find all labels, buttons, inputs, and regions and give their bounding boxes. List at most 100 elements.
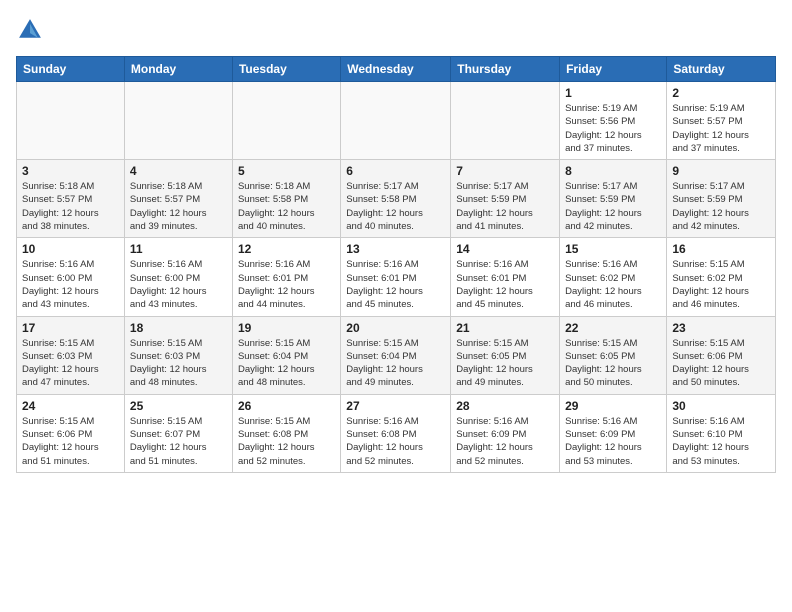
day-info: Sunrise: 5:16 AMSunset: 6:01 PMDaylight:…	[346, 258, 445, 311]
day-info: Sunrise: 5:15 AMSunset: 6:08 PMDaylight:…	[238, 415, 335, 468]
day-number: 29	[565, 399, 661, 413]
logo-icon	[16, 16, 44, 44]
day-info: Sunrise: 5:15 AMSunset: 6:07 PMDaylight:…	[130, 415, 227, 468]
day-cell: 23Sunrise: 5:15 AMSunset: 6:06 PMDayligh…	[667, 316, 776, 394]
day-cell: 9 Sunrise: 5:17 AMSunset: 5:59 PMDaylight…	[667, 160, 776, 238]
day-info: Sunrise: 5:16 AMSunset: 6:09 PMDaylight:…	[456, 415, 554, 468]
day-cell: 28 Sunrise: 5:16 AMSunset: 6:09 PMDayligh…	[451, 394, 560, 472]
day-cell: 15 Sunrise: 5:16 AMSunset: 6:02 PMDayligh…	[560, 238, 667, 316]
day-info: Sunrise: 5:15 AMSunset: 6:02 PMDaylight:…	[672, 258, 770, 311]
calendar-table: SundayMondayTuesdayWednesdayThursdayFrid…	[16, 56, 776, 473]
day-number: 25	[130, 399, 227, 413]
day-info: Sunrise: 5:15 AMSunset: 6:04 PMDaylight:…	[238, 337, 335, 390]
day-number: 30	[672, 399, 770, 413]
day-info: Sunrise: 5:16 AMSunset: 6:01 PMDaylight:…	[456, 258, 554, 311]
day-number: 12	[238, 242, 335, 256]
weekday-friday: Friday	[560, 57, 667, 82]
weekday-saturday: Saturday	[667, 57, 776, 82]
day-info: Sunrise: 5:15 AMSunset: 6:05 PMDaylight:…	[565, 337, 661, 390]
day-info: Sunrise: 5:17 AMSunset: 5:59 PMDaylight:…	[456, 180, 554, 233]
day-info: Sunrise: 5:17 AMSunset: 5:58 PMDaylight:…	[346, 180, 445, 233]
day-cell: 14 Sunrise: 5:16 AMSunset: 6:01 PMDayligh…	[451, 238, 560, 316]
day-number: 20	[346, 321, 445, 335]
day-info: Sunrise: 5:16 AMSunset: 6:09 PMDaylight:…	[565, 415, 661, 468]
calendar-page: SundayMondayTuesdayWednesdayThursdayFrid…	[0, 0, 792, 485]
day-info: Sunrise: 5:18 AMSunset: 5:57 PMDaylight:…	[22, 180, 119, 233]
day-cell: 30Sunrise: 5:16 AMSunset: 6:10 PMDayligh…	[667, 394, 776, 472]
weekday-thursday: Thursday	[451, 57, 560, 82]
day-info: Sunrise: 5:15 AMSunset: 6:06 PMDaylight:…	[672, 337, 770, 390]
day-cell	[232, 82, 340, 160]
day-info: Sunrise: 5:15 AMSunset: 6:04 PMDaylight:…	[346, 337, 445, 390]
day-cell: 4Sunrise: 5:18 AMSunset: 5:57 PMDaylight…	[124, 160, 232, 238]
day-cell: 13 Sunrise: 5:16 AMSunset: 6:01 PMDayligh…	[341, 238, 451, 316]
day-number: 8	[565, 164, 661, 178]
day-info: Sunrise: 5:16 AMSunset: 6:02 PMDaylight:…	[565, 258, 661, 311]
day-info: Sunrise: 5:15 AMSunset: 6:06 PMDaylight:…	[22, 415, 119, 468]
day-cell: 7 Sunrise: 5:17 AMSunset: 5:59 PMDaylight…	[451, 160, 560, 238]
week-row-4: 17 Sunrise: 5:15 AMSunset: 6:03 PMDayligh…	[17, 316, 776, 394]
week-row-5: 24 Sunrise: 5:15 AMSunset: 6:06 PMDayligh…	[17, 394, 776, 472]
day-number: 15	[565, 242, 661, 256]
day-info: Sunrise: 5:17 AMSunset: 5:59 PMDaylight:…	[672, 180, 770, 233]
day-number: 7	[456, 164, 554, 178]
day-number: 27	[346, 399, 445, 413]
day-info: Sunrise: 5:16 AMSunset: 6:01 PMDaylight:…	[238, 258, 335, 311]
day-cell: 5 Sunrise: 5:18 AMSunset: 5:58 PMDaylight…	[232, 160, 340, 238]
week-row-2: 3Sunrise: 5:18 AMSunset: 5:57 PMDaylight…	[17, 160, 776, 238]
day-cell: 1 Sunrise: 5:19 AMSunset: 5:56 PMDaylight…	[560, 82, 667, 160]
day-info: Sunrise: 5:16 AMSunset: 6:00 PMDaylight:…	[130, 258, 227, 311]
weekday-sunday: Sunday	[17, 57, 125, 82]
day-number: 17	[22, 321, 119, 335]
day-number: 19	[238, 321, 335, 335]
day-number: 1	[565, 86, 661, 100]
day-cell: 24 Sunrise: 5:15 AMSunset: 6:06 PMDayligh…	[17, 394, 125, 472]
day-info: Sunrise: 5:19 AMSunset: 5:57 PMDaylight:…	[672, 102, 770, 155]
day-number: 16	[672, 242, 770, 256]
day-cell	[451, 82, 560, 160]
day-number: 18	[130, 321, 227, 335]
day-number: 22	[565, 321, 661, 335]
day-cell	[341, 82, 451, 160]
day-cell: 27 Sunrise: 5:16 AMSunset: 6:08 PMDayligh…	[341, 394, 451, 472]
day-cell: 22 Sunrise: 5:15 AMSunset: 6:05 PMDayligh…	[560, 316, 667, 394]
weekday-header-row: SundayMondayTuesdayWednesdayThursdayFrid…	[17, 57, 776, 82]
week-row-1: 1 Sunrise: 5:19 AMSunset: 5:56 PMDaylight…	[17, 82, 776, 160]
day-info: Sunrise: 5:17 AMSunset: 5:59 PMDaylight:…	[565, 180, 661, 233]
day-number: 24	[22, 399, 119, 413]
weekday-monday: Monday	[124, 57, 232, 82]
day-number: 26	[238, 399, 335, 413]
header	[16, 16, 776, 44]
day-cell: 21Sunrise: 5:15 AMSunset: 6:05 PMDayligh…	[451, 316, 560, 394]
day-cell: 2 Sunrise: 5:19 AMSunset: 5:57 PMDaylight…	[667, 82, 776, 160]
day-info: Sunrise: 5:16 AMSunset: 6:08 PMDaylight:…	[346, 415, 445, 468]
day-cell: 11 Sunrise: 5:16 AMSunset: 6:00 PMDayligh…	[124, 238, 232, 316]
day-cell: 16 Sunrise: 5:15 AMSunset: 6:02 PMDayligh…	[667, 238, 776, 316]
day-number: 2	[672, 86, 770, 100]
day-cell: 25 Sunrise: 5:15 AMSunset: 6:07 PMDayligh…	[124, 394, 232, 472]
day-number: 5	[238, 164, 335, 178]
day-number: 13	[346, 242, 445, 256]
logo	[16, 16, 48, 44]
day-info: Sunrise: 5:19 AMSunset: 5:56 PMDaylight:…	[565, 102, 661, 155]
day-cell: 12 Sunrise: 5:16 AMSunset: 6:01 PMDayligh…	[232, 238, 340, 316]
day-cell: 18 Sunrise: 5:15 AMSunset: 6:03 PMDayligh…	[124, 316, 232, 394]
day-number: 9	[672, 164, 770, 178]
day-info: Sunrise: 5:18 AMSunset: 5:58 PMDaylight:…	[238, 180, 335, 233]
day-cell: 6Sunrise: 5:17 AMSunset: 5:58 PMDaylight…	[341, 160, 451, 238]
day-number: 14	[456, 242, 554, 256]
day-cell: 20 Sunrise: 5:15 AMSunset: 6:04 PMDayligh…	[341, 316, 451, 394]
day-cell: 19 Sunrise: 5:15 AMSunset: 6:04 PMDayligh…	[232, 316, 340, 394]
day-cell: 8 Sunrise: 5:17 AMSunset: 5:59 PMDaylight…	[560, 160, 667, 238]
day-number: 28	[456, 399, 554, 413]
week-row-3: 10Sunrise: 5:16 AMSunset: 6:00 PMDayligh…	[17, 238, 776, 316]
day-cell	[124, 82, 232, 160]
day-number: 21	[456, 321, 554, 335]
day-cell: 29 Sunrise: 5:16 AMSunset: 6:09 PMDayligh…	[560, 394, 667, 472]
day-info: Sunrise: 5:15 AMSunset: 6:03 PMDaylight:…	[22, 337, 119, 390]
day-number: 11	[130, 242, 227, 256]
weekday-tuesday: Tuesday	[232, 57, 340, 82]
day-info: Sunrise: 5:18 AMSunset: 5:57 PMDaylight:…	[130, 180, 227, 233]
day-info: Sunrise: 5:15 AMSunset: 6:03 PMDaylight:…	[130, 337, 227, 390]
day-cell: 3Sunrise: 5:18 AMSunset: 5:57 PMDaylight…	[17, 160, 125, 238]
